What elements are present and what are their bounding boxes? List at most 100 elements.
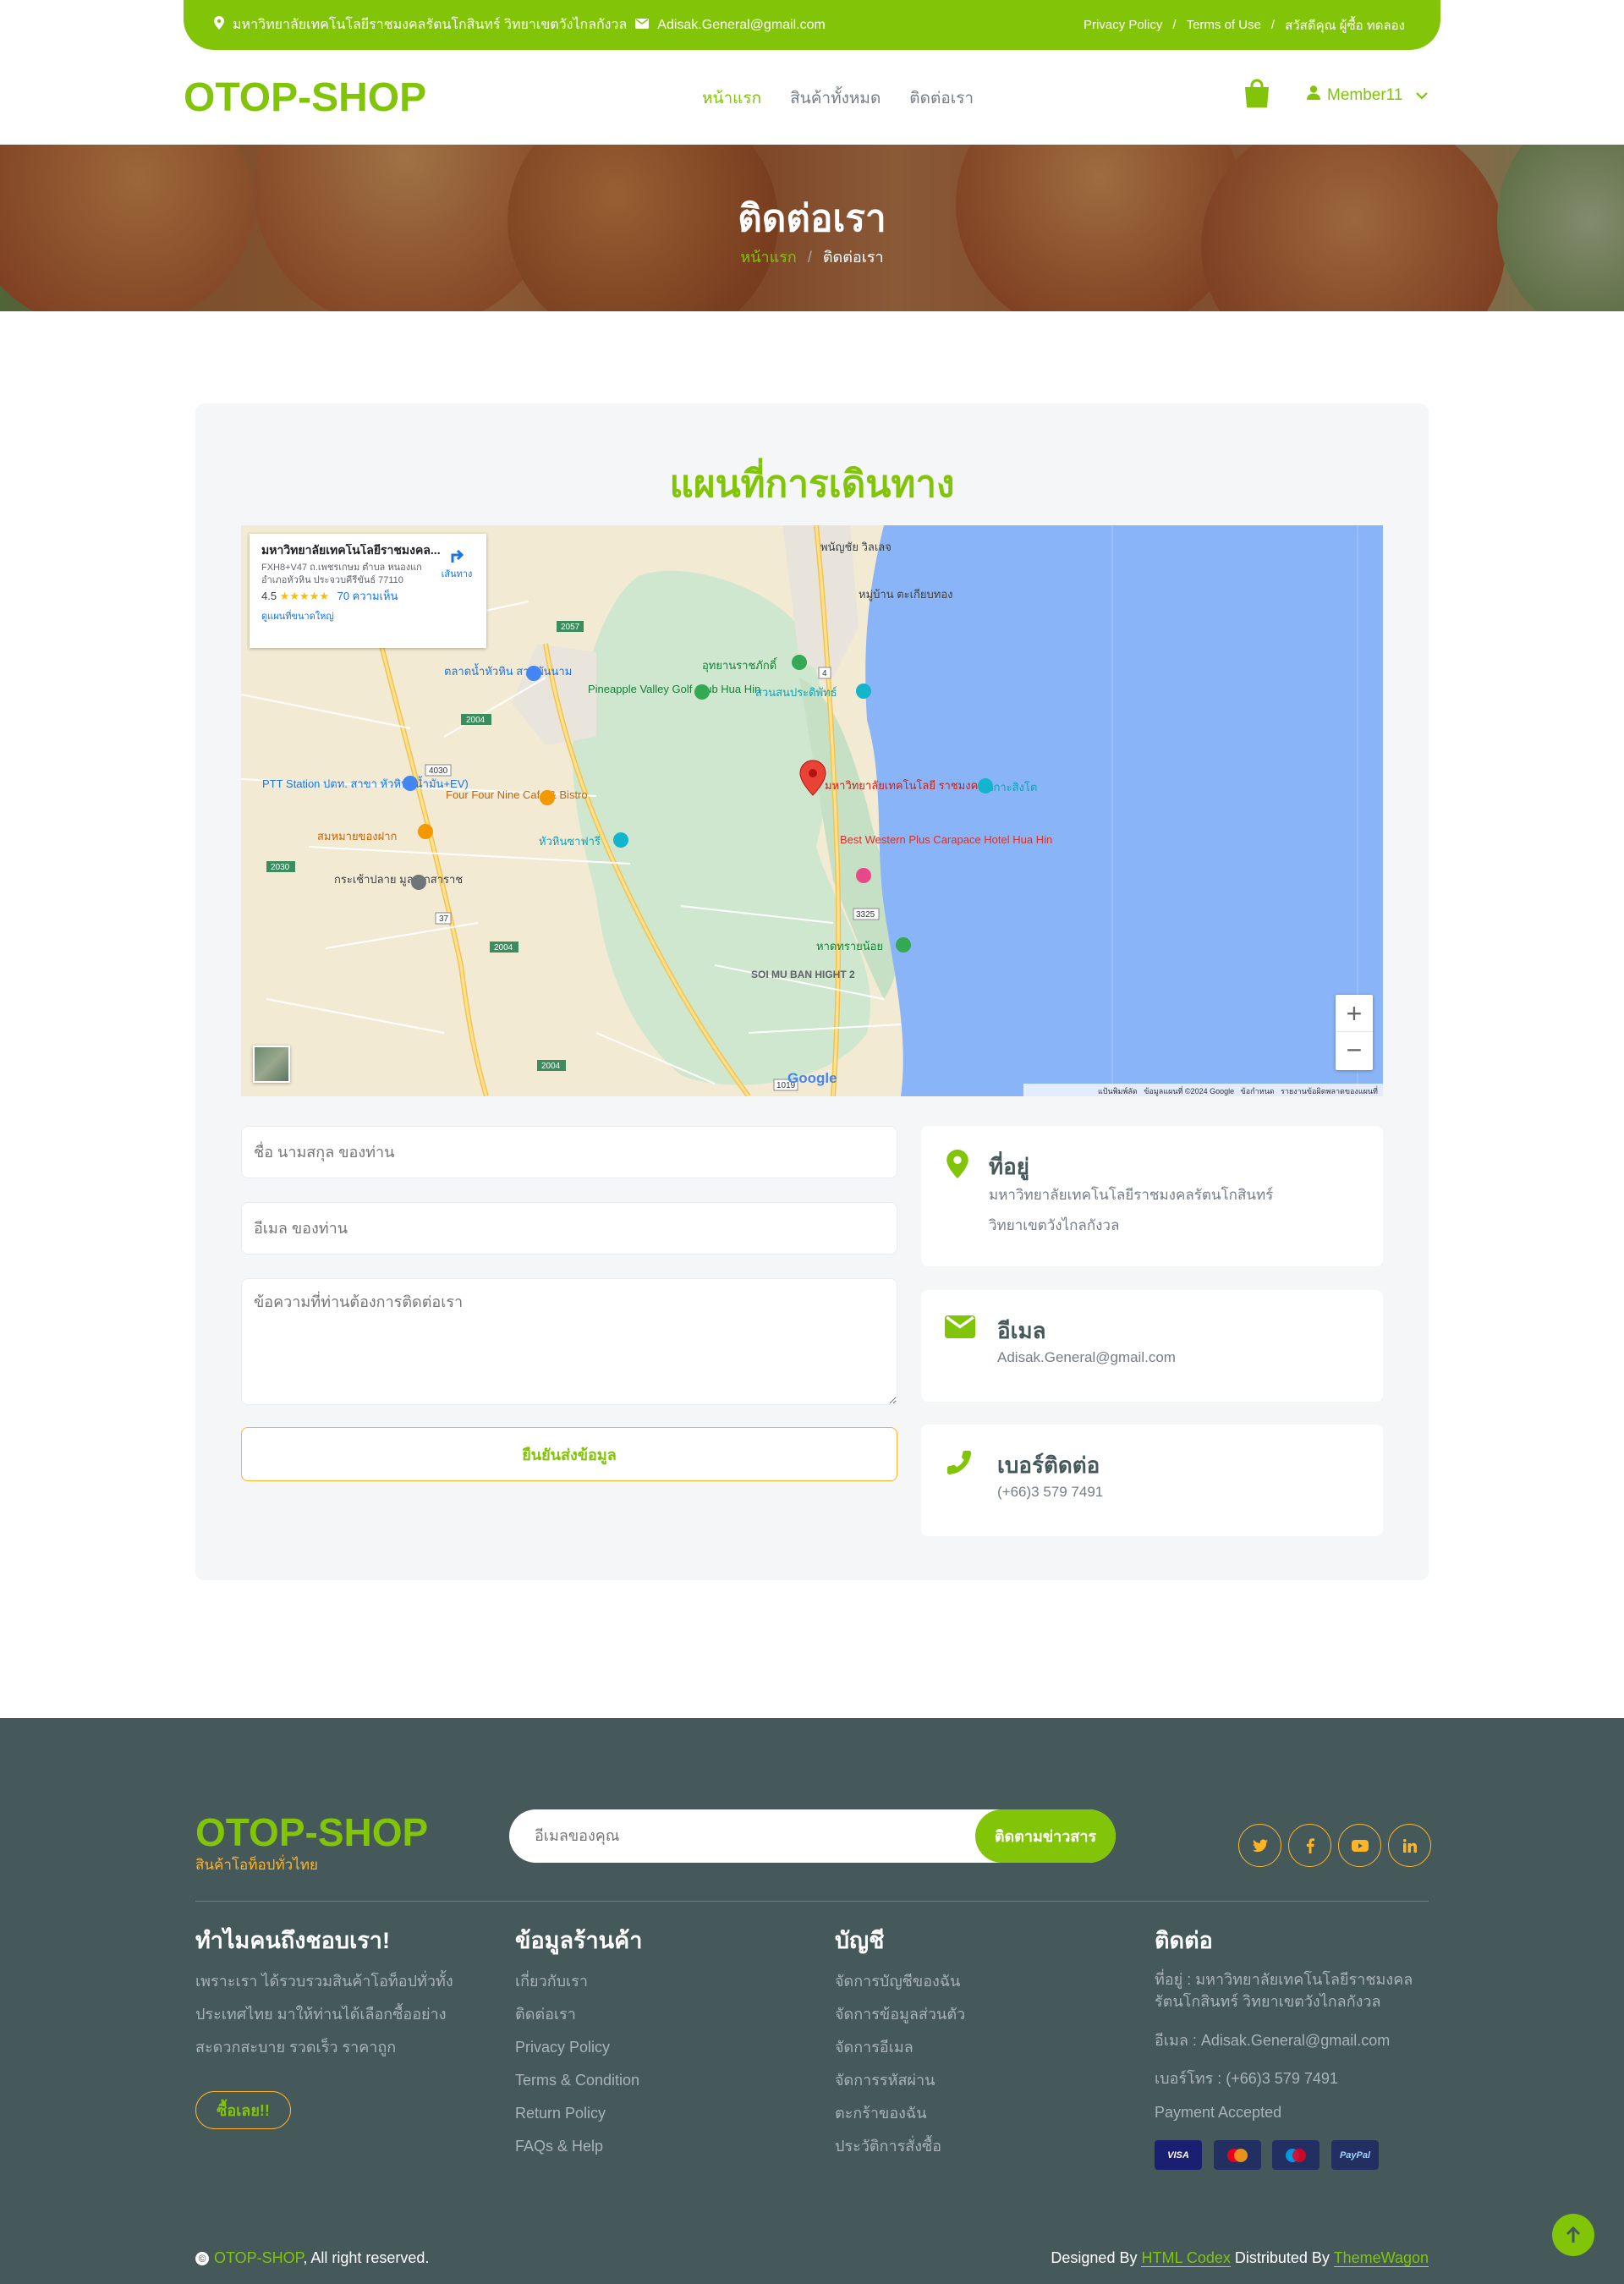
newsletter-email-input[interactable] <box>535 1809 957 1863</box>
beach-icon <box>896 937 911 953</box>
user-icon <box>1307 85 1320 105</box>
google-map[interactable]: 2057 2004 4030 2030 37 2004 2004 3325 10… <box>241 525 1383 1096</box>
email-card: อีเมล Adisak.General@gmail.com <box>921 1290 1383 1402</box>
footer-link-orders[interactable]: ประวัติการสั่งซื้อ <box>835 2130 941 2163</box>
zoom-in-button[interactable]: + <box>1336 995 1373 1032</box>
visa-icon: VISA <box>1155 2140 1202 2170</box>
footer-contact-phone: เบอร์โทร : (+66)3 579 7491 <box>1155 2070 1338 2087</box>
footer-link-privacy[interactable]: Privacy Policy <box>515 2031 610 2064</box>
mastercard-icon <box>1214 2140 1261 2170</box>
menu-contact[interactable]: ติดต่อเรา <box>909 85 974 111</box>
menu-home[interactable]: หน้าแรก <box>702 85 761 111</box>
footer-link-contact[interactable]: ติดต่อเรา <box>515 1998 576 2031</box>
page-title: ติดต่อเรา <box>738 198 886 239</box>
road-label: 3325 <box>856 910 875 920</box>
road-label: 2004 <box>466 716 486 725</box>
gas-station-icon <box>403 776 418 791</box>
shopping-bag-icon[interactable] <box>1243 79 1271 109</box>
hotel-icon <box>856 868 871 883</box>
restaurant-icon <box>540 790 555 805</box>
main-menu: หน้าแรก สินค้าทั้งหมด ติดต่อเรา <box>702 85 974 111</box>
footer-divider <box>195 1901 1429 1902</box>
attraction-icon <box>978 778 993 793</box>
map-label-university: มหาวิทยาลัยเทคโนโลยี ราชมงคล... <box>825 779 994 792</box>
page-header: ติดต่อเรา หน้าแรก / ติดต่อเรา <box>0 145 1624 311</box>
submit-button[interactable]: ยืนยันส่งข้อมูล <box>241 1427 897 1481</box>
phone-icon <box>945 1448 974 1481</box>
footer-link-cart[interactable]: ตะกร้าของฉัน <box>835 2097 927 2130</box>
subscribe-button[interactable]: ติดตามข่าวสาร <box>975 1809 1116 1863</box>
facebook-icon[interactable] <box>1288 1824 1331 1867</box>
map-card-title: มหาวิทยาลัยเทคโนโลยีราชมงคล... <box>261 544 441 557</box>
footer-col-title: ติดต่อ <box>1155 1928 1213 1953</box>
envelope-icon <box>945 1315 975 1342</box>
separator: / <box>1270 18 1276 32</box>
breadcrumb-home[interactable]: หน้าแรก <box>740 249 796 266</box>
linkedin-icon[interactable] <box>1388 1824 1431 1867</box>
directions-icon <box>451 549 464 563</box>
footer-link-return[interactable]: Return Policy <box>515 2097 606 2130</box>
phone-title: เบอร์ติดต่อ <box>997 1452 1100 1478</box>
zoom-out-button[interactable]: − <box>1336 1032 1373 1069</box>
chevron-down-icon <box>1416 86 1429 105</box>
footer-link-email[interactable]: จัดการอีเมล <box>835 2031 914 2064</box>
navbar: OTOP-SHOP หน้าแรก สินค้าทั้งหมด ติดต่อเร… <box>184 50 1440 145</box>
member-dropdown[interactable]: Member11 <box>1307 85 1429 105</box>
zoom-controls: + − <box>1336 995 1373 1070</box>
envelope-icon <box>635 18 650 33</box>
address-value: มหาวิทยาลัยเทคโนโลยีราชมงคลรัตนโกสินทร์ <box>989 1187 1274 1203</box>
copyright: © OTOP-SHOP, All right reserved. <box>195 2249 429 2267</box>
greeting-link[interactable]: สวัสดีคุณ ผู้ซื้อ ทดลอง <box>1285 15 1405 36</box>
footer-tagline: สินค้าโอท็อปทั่วไทย <box>195 1857 318 1873</box>
footer-link-profile[interactable]: จัดการข้อมูลส่วนตัว <box>835 1998 965 2031</box>
directions-button[interactable]: เส้นทาง <box>437 546 476 581</box>
copyright-brand-link[interactable]: OTOP-SHOP <box>214 2249 303 2266</box>
distributor-link[interactable]: ThemeWagon <box>1333 2249 1429 2267</box>
view-larger-map-link[interactable]: ดูแผนที่ขนาดใหญ่ <box>261 611 475 623</box>
footer-link-terms[interactable]: Terms & Condition <box>515 2064 639 2097</box>
menu-all-products[interactable]: สินค้าทั้งหมด <box>790 85 881 111</box>
address-card: ที่อยู่ มหาวิทยาลัยเทคโนโลยีราชมงคลรัตนโ… <box>921 1126 1383 1266</box>
food-icon <box>418 824 433 839</box>
privacy-policy-link[interactable]: Privacy Policy <box>1084 18 1162 32</box>
topbar-address: มหาวิทยาลัยเทคโนโลยีราชมงคลรัตนโกสินทร์ … <box>233 18 628 32</box>
phone-value: (+66)3 579 7491 <box>997 1484 1104 1500</box>
footer-link-faq[interactable]: FAQs & Help <box>515 2130 603 2163</box>
map-reviews-link[interactable]: 70 ความเห็น <box>337 590 398 602</box>
footer-link-about[interactable]: เกี่ยวกับเรา <box>515 1965 588 1998</box>
map-label-ptt: PTT Station ปตท. สาขา หัวหิน (น้ำมัน+EV) <box>262 776 469 790</box>
site-logo[interactable]: OTOP-SHOP <box>184 74 426 121</box>
twitter-icon[interactable] <box>1238 1824 1281 1867</box>
footer-contact-address: รัตนโกสินทร์ วิทยาเขตวังไกลกังวล <box>1155 1993 1381 2010</box>
buy-now-button[interactable]: ซื้อเลย!! <box>195 2091 291 2129</box>
message-field[interactable] <box>241 1278 897 1405</box>
arrow-up-icon <box>1566 2226 1581 2243</box>
map-label-temple: กระเช้าปลาย มูลเอกสาราช <box>334 873 463 887</box>
separator: / <box>1172 18 1177 32</box>
map-label-cafe: Four Four Nine Cafe & Bistro <box>446 788 588 801</box>
back-to-top-button[interactable] <box>1552 2214 1594 2256</box>
youtube-icon[interactable] <box>1338 1824 1381 1867</box>
email-field[interactable] <box>241 1202 897 1255</box>
footer-link-account[interactable]: จัดการบัญชีของฉัน <box>835 1965 960 1998</box>
footer-link-password[interactable]: จัดการรหัสผ่าน <box>835 2064 935 2097</box>
footer-logo[interactable]: OTOP-SHOP <box>195 1809 428 1855</box>
map-info-card: มหาวิทยาลัยเทคโนโลยีราชมงคล... FXH8+V47 … <box>250 534 486 648</box>
map-marker-icon <box>946 1150 968 1183</box>
map-label-shop: สมหมายของฝาก <box>317 830 397 843</box>
map-rating: 4.5 <box>261 590 277 602</box>
satellite-toggle[interactable] <box>253 1046 290 1083</box>
topbar: มหาวิทยาลัยเทคโนโลยีราชมงคลรัตนโกสินทร์ … <box>184 0 1440 50</box>
credits: Designed By HTML Codex Distributed By Th… <box>1051 2249 1429 2267</box>
name-field[interactable] <box>241 1126 897 1178</box>
newsletter-form: ติดตามข่าวสาร <box>509 1809 1116 1863</box>
place-icon <box>411 875 426 890</box>
footer-col-title: ข้อมูลร้านค้า <box>515 1928 643 1953</box>
footer-contact-address: ที่อยู่ : มหาวิทยาลัยเทคโนโลยีราชมงคล <box>1155 1971 1413 1988</box>
address-title: ที่อยู่ <box>989 1154 1029 1179</box>
designer-link[interactable]: HTML Codex <box>1141 2249 1231 2267</box>
terms-of-use-link[interactable]: Terms of Use <box>1187 18 1261 32</box>
map-label-hotel: Best Western Plus Carapace Hotel Hua Hin <box>840 833 1052 846</box>
road-label: 37 <box>439 914 449 924</box>
payment-label: Payment Accepted <box>1155 2104 1282 2121</box>
